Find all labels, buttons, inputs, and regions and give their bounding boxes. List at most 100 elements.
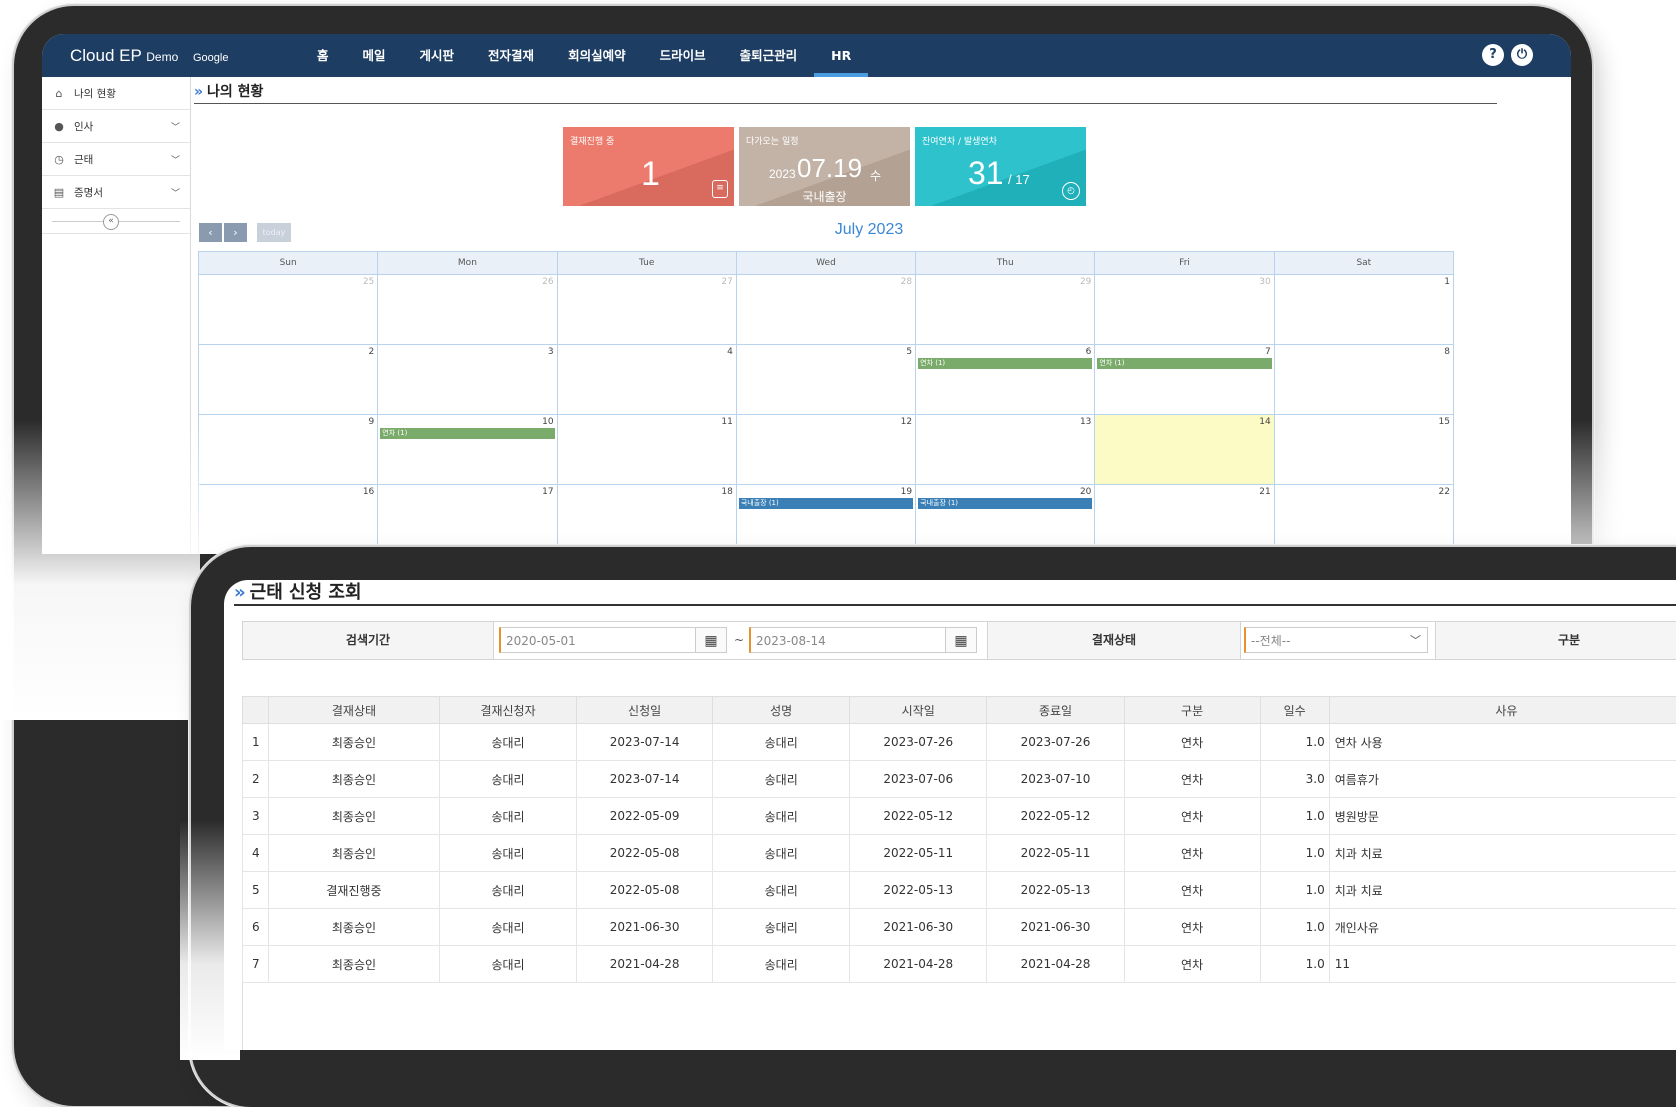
calendar-day[interactable]: 1 <box>1275 275 1453 344</box>
power-icon[interactable]: ⏻ <box>1511 44 1533 66</box>
cell-type: 연차 <box>1124 724 1260 761</box>
day-number: 21 <box>1259 487 1270 497</box>
collapse-icon[interactable]: « <box>103 214 119 230</box>
sidebar-item-attendance[interactable]: ◷ 근태 ﹀ <box>42 143 190 176</box>
calendar-day[interactable]: 2 <box>199 345 378 414</box>
calendar-day[interactable]: 13 <box>916 415 1095 484</box>
cell-reason: 병원방문 <box>1329 798 1676 835</box>
cell-type: 연차 <box>1124 946 1260 983</box>
cell-status: 결재진행중 <box>268 872 439 909</box>
column-header[interactable]: 결재상태 <box>268 697 439 724</box>
calendar-day[interactable]: 26 <box>378 275 557 344</box>
table-row[interactable]: 1 최종승인 송대리 2023-07-14 송대리 2023-07-26 202… <box>243 724 1676 761</box>
leave-total: / 17 <box>1008 172 1030 187</box>
cell-reason: 여름휴가 <box>1329 761 1676 798</box>
cell-reason: 연차 사용 <box>1329 724 1676 761</box>
row-index: 3 <box>243 798 269 835</box>
calendar-event-trip[interactable]: 국내출장 (1) <box>918 498 1092 509</box>
sidebar: ⌂ 나의 현황 ● 인사 ﹀ ◷ 근태 ﹀ ▤ 증명서 ﹀ « <box>42 77 191 554</box>
column-header[interactable]: 구분 <box>1124 697 1260 724</box>
pending-approval-card[interactable]: 결재진행 중 1 ≡ <box>563 127 734 206</box>
calendar-day[interactable]: 25 <box>199 275 378 344</box>
calendar-prev-button[interactable]: ‹ <box>199 223 222 242</box>
table-row[interactable]: 5 결재진행중 송대리 2022-05-08 송대리 2022-05-13 20… <box>243 872 1676 909</box>
calendar-next-button[interactable]: › <box>224 223 247 242</box>
calendar-day[interactable]: 11 <box>558 415 737 484</box>
clock-icon: ◷ <box>52 153 66 166</box>
calendar-day[interactable]: 3 <box>378 345 557 414</box>
user-icon: ● <box>52 120 66 133</box>
sidebar-item-label: 인사 <box>74 119 93 134</box>
menu-item-board[interactable]: 게시판 <box>403 34 472 77</box>
calendar-icon[interactable]: ▦ <box>945 627 977 653</box>
column-header[interactable]: 결재신청자 <box>440 697 577 724</box>
table-row[interactable]: 2 최종승인 송대리 2023-07-14 송대리 2023-07-06 202… <box>243 761 1676 798</box>
table-row[interactable]: 6 최종승인 송대리 2021-06-30 송대리 2021-06-30 202… <box>243 909 1676 946</box>
calendar-day[interactable]: 17 <box>378 485 557 554</box>
cell-end-date: 2023-07-26 <box>987 724 1124 761</box>
day-number: 16 <box>363 487 374 497</box>
approval-status-select[interactable]: --전체-- ﹀ <box>1244 627 1428 653</box>
calendar-day[interactable]: 4 <box>558 345 737 414</box>
menu-item-attendance[interactable]: 출퇴근관리 <box>723 34 815 77</box>
upcoming-schedule-card[interactable]: 다가오는 일정 2023 07.19 수 국내출장 <box>739 127 910 206</box>
calendar-event-leave[interactable]: 연차 (1) <box>918 358 1092 369</box>
column-header[interactable]: 시작일 <box>850 697 987 724</box>
column-header-index <box>243 697 269 724</box>
calendar-event-leave[interactable]: 연차 (1) <box>1097 358 1271 369</box>
brand-logo[interactable]: Cloud EP Demo Google <box>70 46 228 66</box>
calendar-day[interactable]: 7연차 (1) <box>1095 345 1274 414</box>
calendar-day[interactable]: 22 <box>1275 485 1453 554</box>
sidebar-item-certificate[interactable]: ▤ 증명서 ﹀ <box>42 176 190 209</box>
menu-item-approval[interactable]: 전자결재 <box>471 34 551 77</box>
calendar-day[interactable]: 6연차 (1) <box>916 345 1095 414</box>
calendar-icon[interactable]: ▦ <box>695 627 727 653</box>
calendar-day[interactable]: 9 <box>199 415 378 484</box>
calendar-day[interactable]: 20국내출장 (1) <box>916 485 1095 554</box>
calendar-day[interactable]: 19국내출장 (1) <box>737 485 916 554</box>
cell-start-date: 2023-07-26 <box>850 724 987 761</box>
sidebar-item-my-status[interactable]: ⌂ 나의 현황 <box>42 77 190 110</box>
document-icon: ≡ <box>712 180 728 198</box>
day-number: 28 <box>901 277 912 287</box>
column-header[interactable]: 신청일 <box>576 697 712 724</box>
calendar-day[interactable]: 29 <box>916 275 1095 344</box>
calendar-day[interactable]: 27 <box>558 275 737 344</box>
calendar-day[interactable]: 16 <box>199 485 378 554</box>
column-header[interactable]: 성명 <box>713 697 850 724</box>
calendar-today-button[interactable]: today <box>257 223 291 242</box>
column-header[interactable]: 사유 <box>1329 697 1676 724</box>
help-icon[interactable]: ? <box>1482 44 1504 66</box>
calendar-day[interactable]: 10연차 (1) <box>378 415 557 484</box>
date-from-input[interactable]: 2020-05-01 <box>499 627 697 653</box>
table-row[interactable]: 4 최종승인 송대리 2022-05-08 송대리 2022-05-11 202… <box>243 835 1676 872</box>
menu-item-mail[interactable]: 메일 <box>346 34 403 77</box>
calendar-day[interactable]: 12 <box>737 415 916 484</box>
chevron-down-icon: ﹀ <box>171 153 180 166</box>
menu-item-drive[interactable]: 드라이브 <box>643 34 723 77</box>
leave-balance-card[interactable]: 잔여연차 / 발생연차 31 / 17 ◴ <box>915 127 1086 206</box>
sidebar-item-personnel[interactable]: ● 인사 ﹀ <box>42 110 190 143</box>
column-header[interactable]: 종료일 <box>987 697 1124 724</box>
calendar-event-trip[interactable]: 국내출장 (1) <box>739 498 913 509</box>
calendar-day[interactable]: 30 <box>1095 275 1274 344</box>
table-row[interactable]: 7 최종승인 송대리 2021-04-28 송대리 2021-04-28 202… <box>243 946 1676 983</box>
calendar-day[interactable]: 5 <box>737 345 916 414</box>
calendar-day-today[interactable]: 14 <box>1095 415 1274 484</box>
calendar-event-leave[interactable]: 연차 (1) <box>380 428 554 439</box>
row-index: 2 <box>243 761 269 798</box>
date-to-input[interactable]: 2023-08-14 <box>749 627 947 653</box>
menu-item-home[interactable]: 홈 <box>300 34 346 77</box>
column-header[interactable]: 일수 <box>1260 697 1329 724</box>
cell-end-date: 2022-05-13 <box>987 872 1124 909</box>
menu-item-hr[interactable]: HR <box>814 34 868 77</box>
calendar-day[interactable]: 8 <box>1275 345 1453 414</box>
calendar-day[interactable]: 15 <box>1275 415 1453 484</box>
calendar-day[interactable]: 18 <box>558 485 737 554</box>
table-row[interactable]: 3 최종승인 송대리 2022-05-09 송대리 2022-05-12 202… <box>243 798 1676 835</box>
cell-type: 연차 <box>1124 798 1260 835</box>
menu-item-room-booking[interactable]: 회의실예약 <box>551 34 643 77</box>
calendar-day[interactable]: 21 <box>1095 485 1274 554</box>
weekday-wed: Wed <box>737 252 916 274</box>
calendar-day[interactable]: 28 <box>737 275 916 344</box>
